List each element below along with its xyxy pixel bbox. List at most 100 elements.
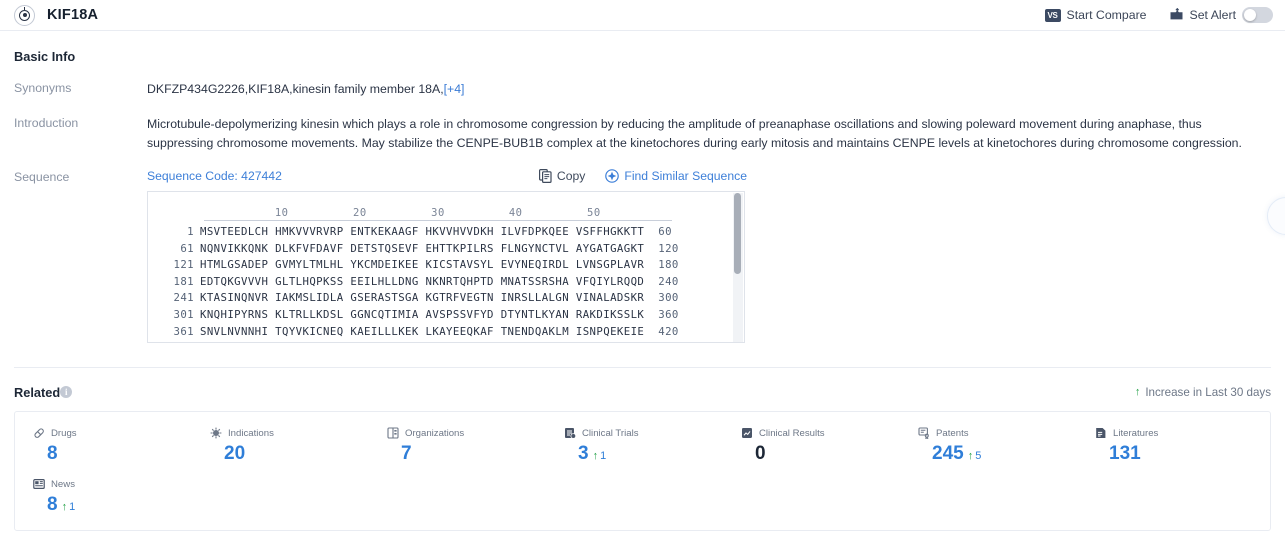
card-label: Clinical Trials: [582, 427, 639, 439]
card-label: Organizations: [405, 427, 465, 439]
target-icon: [14, 4, 35, 26]
related-card-organizations[interactable]: Organizations 7: [369, 422, 546, 473]
sequence-line: 361 SNVLNVNNHI TQYVKICNEQ KAEILLLKEK LKA…: [148, 324, 744, 341]
copy-label: Copy: [556, 169, 586, 183]
sequence-scrollbar[interactable]: [733, 193, 743, 342]
related-card-news[interactable]: News 8 ↑ 1: [15, 473, 192, 524]
sequence-toolbar: Sequence Code: 427442 Copy Find Similar …: [147, 169, 747, 183]
card-value: 20: [224, 443, 246, 464]
app-header: KIF18A VS Start Compare Set Alert: [0, 0, 1285, 31]
alert-toggle[interactable]: [1242, 7, 1273, 23]
related-card-clinical-trials[interactable]: Clinical Trials 3 ↑ 1: [546, 422, 723, 473]
card-delta: ↑ 1: [593, 445, 607, 467]
basic-info-heading: Basic Info: [14, 49, 76, 64]
related-heading: Related: [14, 384, 61, 400]
set-alert-control[interactable]: Set Alert: [1169, 7, 1273, 23]
introduction-label: Introduction: [14, 116, 79, 130]
card-value: 245: [932, 443, 964, 464]
card-label: Literatures: [1113, 427, 1159, 439]
card-value-wrap: 3 ↑ 1: [578, 443, 723, 467]
sequence-line: 301 KNQHIPYRNS KLTRLLKDSL GGNCQTIMIA AVS…: [148, 307, 744, 324]
copy-button[interactable]: Copy: [538, 169, 586, 183]
related-card-literatures[interactable]: Literatures 131: [1077, 422, 1254, 473]
card-value: 7: [401, 443, 412, 464]
sequence-end-index: 420: [658, 324, 679, 338]
sequence-residues: KTASINQNVR IAKMSLIDLA GSERASTSGA KGTRFVE…: [200, 291, 645, 305]
synonyms-value-wrap: DKFZP434G2226,KIF18A,kinesin family memb…: [147, 80, 1271, 99]
related-header: Related i ↑ Increase in Last 30 days: [14, 377, 1271, 407]
card-value-wrap: 245 ↑ 5: [932, 443, 1077, 467]
sequence-viewer[interactable]: 10 20 30 40 50 1 MSVTEEDLCH HMKVVVRVRP E…: [147, 191, 745, 343]
clinical-trial-icon: [564, 427, 576, 439]
ruler-tick: 30: [431, 207, 445, 219]
sequence-end-index: 60: [658, 225, 672, 238]
sequence-end-index: 120: [658, 241, 679, 255]
find-similar-label: Find Similar Sequence: [624, 169, 747, 183]
sequence-line: 1 MSVTEEDLCH HMKVVVRVRP ENTKEKAAGF HKVVH…: [148, 224, 744, 241]
card-value-wrap: 131: [1109, 443, 1254, 465]
related-card-patents[interactable]: Patents 245 ↑ 5: [900, 422, 1077, 473]
ruler-tick: 20: [353, 207, 367, 219]
card-delta: ↑ 5: [968, 445, 982, 467]
ruler-tick: 50: [587, 207, 601, 219]
increase-arrow-icon: ↑: [1134, 386, 1141, 398]
related-card-clinical-results[interactable]: Clinical Results 0: [723, 422, 900, 473]
sequence-ruler: 10 20 30 40 50: [204, 202, 672, 224]
compass-icon: [605, 169, 620, 183]
header-actions: VS Start Compare Set Alert: [1044, 7, 1273, 23]
sequence-residues: MSVTEEDLCH HMKVVVRVRP ENTKEKAAGF HKVVHVV…: [200, 225, 645, 238]
card-value: 8: [47, 494, 58, 515]
card-value-wrap: 7: [401, 443, 546, 465]
versus-icon: VS: [1044, 8, 1061, 22]
patent-icon: [918, 427, 930, 439]
card-value: 131: [1109, 443, 1141, 464]
sequence-line: 241 KTASINQNVR IAKMSLIDLA GSERASTSGA KGT…: [148, 290, 744, 307]
synonyms-row: Synonyms DKFZP434G2226,KIF18A,kinesin fa…: [14, 80, 1271, 99]
sequence-end-index: 240: [658, 274, 679, 288]
start-compare-button[interactable]: VS Start Compare: [1044, 8, 1147, 22]
find-similar-sequence-button[interactable]: Find Similar Sequence: [605, 169, 747, 183]
sequence-residues: SNVLNVNNHI TQYVKICNEQ KAEILLLKEK LKAYEEQ…: [200, 324, 645, 338]
start-compare-label: Start Compare: [1066, 8, 1147, 22]
card-label: Patents: [936, 427, 969, 439]
sequence-residues: EDTQKGVVVH GLTLHQPKSS EEILHLLDNG NKNRTQH…: [200, 274, 645, 288]
sequence-lines: 1 MSVTEEDLCH HMKVVVRVRP ENTKEKAAGF HKVVH…: [148, 224, 744, 340]
card-label: Drugs: [51, 427, 77, 439]
set-alert-label: Set Alert: [1189, 8, 1236, 22]
sequence-content: 10 20 30 40 50 1 MSVTEEDLCH HMKVVVRVRP E…: [148, 192, 744, 340]
sequence-line: 61 NQNVIKKQNK DLKFVFDAVF DETSTQSEVF EHTT…: [148, 241, 744, 258]
card-label: Clinical Results: [759, 427, 825, 439]
page-title: KIF18A: [47, 7, 99, 23]
card-value: 8: [47, 443, 58, 464]
section-divider: [14, 367, 1271, 368]
building-icon: [387, 427, 399, 439]
sequence-tools: Copy Find Similar Sequence: [538, 169, 747, 183]
sequence-scrollbar-thumb[interactable]: [734, 193, 741, 274]
alert-bell-icon: [1169, 8, 1184, 22]
card-value-wrap: 8: [47, 443, 192, 465]
card-value: 3: [578, 443, 589, 464]
pill-icon: [33, 427, 45, 439]
sequence-line: 181 EDTQKGVVVH GLTLHQPKSS EEILHLLDNG NKN…: [148, 274, 744, 291]
synonyms-label: Synonyms: [14, 81, 72, 95]
sequence-start-index: 121: [173, 258, 194, 272]
related-card-drugs[interactable]: Drugs 8: [15, 422, 192, 473]
card-delta-value: 5: [975, 450, 982, 462]
related-card-indications[interactable]: Indications 20: [192, 422, 369, 473]
sequence-start-index: 61: [180, 241, 194, 255]
sequence-code-link[interactable]: Sequence Code: 427442: [147, 169, 282, 183]
synonyms-value: DKFZP434G2226,KIF18A,kinesin family memb…: [147, 82, 444, 96]
news-icon: [33, 478, 45, 490]
sequence-start-index: 241: [173, 291, 194, 305]
sequence-row: Sequence Sequence Code: 427442 Copy Find…: [14, 169, 1271, 343]
card-label: Indications: [228, 427, 274, 439]
card-label: News: [51, 478, 75, 490]
increase-arrow-icon: ↑: [967, 450, 974, 462]
literature-icon: [1095, 427, 1107, 439]
related-cards: Drugs 8 Indications 20 Organizations 7 C…: [14, 411, 1271, 531]
synonyms-more-link[interactable]: [+4]: [444, 82, 465, 96]
info-icon[interactable]: i: [60, 386, 73, 398]
card-value-wrap: 8 ↑ 1: [47, 494, 192, 518]
clinical-result-icon: [741, 427, 753, 439]
sequence-residues: NQNVIKKQNK DLKFVFDAVF DETSTQSEVF EHTTKPI…: [200, 241, 645, 255]
